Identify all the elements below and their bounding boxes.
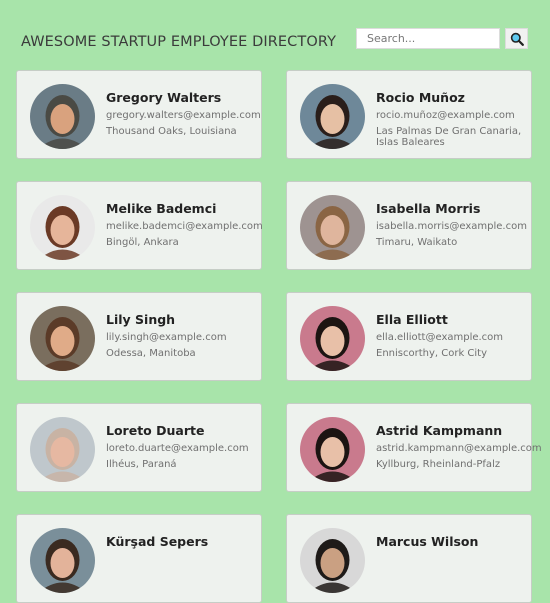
employee-email: melike.bademci@example.com [106,221,263,232]
employee-name: Ella Elliott [376,312,448,327]
employee-card[interactable]: Astrid Kampmann astrid.kampmann@example.c… [286,403,542,492]
employee-location: Las Palmas De Gran Canaria, Islas Balear… [376,126,522,148]
avatar [300,417,365,482]
employee-card[interactable]: Loreto Duarte loreto.duarte@example.com Il… [16,403,262,492]
employee-location: Enniscorthy, Cork City [376,348,488,359]
avatar [30,84,95,149]
avatar [30,417,95,482]
header: AWESOME STARTUP EMPLOYEE DIRECTORY [0,0,550,70]
magnifier-icon [510,32,524,46]
employee-location: Thousand Oaks, Louisiana [106,126,237,137]
employee-location: Odessa, Manitoba [106,348,196,359]
employee-name: Melike Bademci [106,201,217,216]
employee-email: ella.elliott@example.com [376,332,504,343]
employee-name: Loreto Duarte [106,423,205,438]
avatar [30,306,95,371]
employee-email: astrid.kampmann@example.com [376,443,542,454]
employee-location: Timaru, Waikato [376,237,458,248]
employee-name: Kürşad Sepers [106,534,209,549]
avatar [300,84,365,149]
avatar [30,528,95,593]
employee-card[interactable]: Gregory Walters gregory.walters@example.c… [16,70,262,159]
employee-name: Rocio Muñoz [376,90,465,105]
employee-location: Bingöl, Ankara [106,237,179,248]
employee-email: lily.singh@example.com [106,332,227,343]
search-input[interactable] [356,28,500,49]
employee-name: Gregory Walters [106,90,222,105]
employee-location: Kyllburg, Rheinland-Pfalz [376,459,501,470]
employee-card[interactable]: Lily Singh lily.singh@example.com Odessa, … [16,292,262,381]
employee-card[interactable]: Melike Bademci melike.bademci@example.com… [16,181,263,270]
employee-card[interactable]: Ella Elliott ella.elliott@example.com Enni… [286,292,532,381]
employee-location: Ilhéus, Paraná [106,459,177,470]
employee-name: Isabella Morris [376,201,481,216]
avatar [300,306,365,371]
employee-card[interactable]: Marcus Wilson [286,514,532,603]
employee-name: Marcus Wilson [376,534,479,549]
employee-email: loreto.duarte@example.com [106,443,249,454]
employee-email: rocio.muñoz@example.com [376,110,515,121]
page-title: AWESOME STARTUP EMPLOYEE DIRECTORY [21,34,337,50]
employee-name: Lily Singh [106,312,176,327]
search-button[interactable] [505,28,528,49]
employee-name: Astrid Kampmann [376,423,503,438]
avatar [30,195,95,260]
employee-email: isabella.morris@example.com [376,221,527,232]
employee-card[interactable]: Rocio Muñoz rocio.muñoz@example.com Las Pa… [286,70,532,159]
avatar [300,195,365,260]
employee-email: gregory.walters@example.com [106,110,261,121]
employee-card[interactable]: Isabella Morris isabella.morris@example.c… [286,181,532,270]
employee-card[interactable]: Kürşad Sepers [16,514,262,603]
avatar [300,528,365,593]
